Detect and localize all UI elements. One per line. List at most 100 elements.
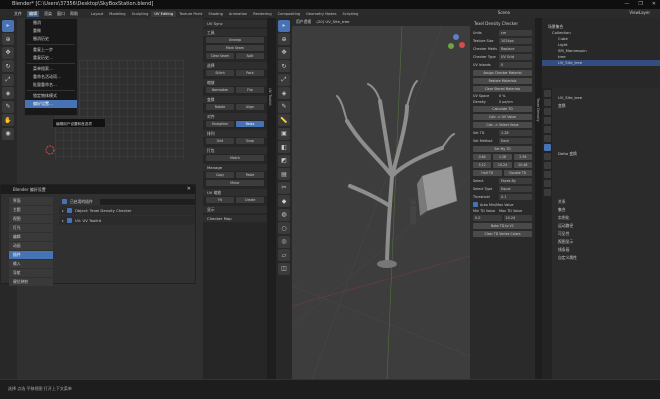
uv-button[interactable]: Fit (206, 197, 234, 203)
menu-item-undo-history[interactable]: 撤消历史 (25, 35, 77, 43)
tool-tab-icon[interactable] (543, 90, 551, 97)
td-preset-button[interactable]: 0.64 (473, 154, 492, 160)
bevel-icon[interactable]: ◩ (278, 154, 290, 167)
knife-icon[interactable]: ✂ (278, 181, 290, 194)
select-type-field[interactable]: Equal (499, 186, 532, 192)
restore-materials-button[interactable]: Restore Materials (473, 78, 532, 84)
uv-button[interactable]: Normalize (206, 87, 234, 93)
units-field[interactable]: cm (499, 30, 532, 36)
calc-uv-button[interactable]: Calc -> UV Value (473, 114, 532, 120)
modifier-tab-icon[interactable] (543, 153, 551, 160)
panel-header[interactable]: UV Sync (203, 20, 267, 27)
world-tab-icon[interactable] (543, 135, 551, 142)
pinch-tool-icon[interactable]: ◉ (2, 127, 14, 140)
checker-method-field[interactable]: Replace (499, 46, 532, 52)
pref-tab-keymap[interactable]: 键位映射 (9, 278, 53, 286)
bake-td-button[interactable]: Bake TD to VC (473, 223, 532, 229)
pref-tab-lights[interactable]: 灯光 (9, 224, 53, 232)
select-box-icon[interactable]: ▸ (278, 19, 290, 32)
pref-tab-input[interactable]: 输入 (9, 260, 53, 268)
menu-item-batch-rename[interactable]: 批量重命名… (25, 81, 77, 89)
tab-sculpting[interactable]: Sculpting (129, 11, 152, 17)
tab-animation[interactable]: Animation (226, 11, 250, 17)
minimize-button[interactable]: — (624, 1, 629, 7)
assign-checker-button[interactable]: Assign Checker Material (473, 70, 532, 76)
td-preset-button[interactable]: 10.24 (493, 162, 512, 168)
close-button[interactable]: ✕ (652, 1, 656, 7)
uv-button[interactable]: Copy (206, 172, 234, 178)
uv-button[interactable]: Match (206, 155, 264, 161)
move-icon[interactable]: ✥ (278, 46, 290, 59)
object-tab-icon[interactable] (543, 144, 551, 151)
pref-tab-viewport[interactable]: 视图 (9, 215, 53, 223)
rip-icon[interactable]: ◫ (278, 262, 290, 275)
move-tool-icon[interactable]: ✥ (2, 46, 14, 59)
uv-button[interactable]: Mirror (206, 180, 264, 186)
scene-selector[interactable]: Scene (498, 10, 510, 15)
uv-button[interactable]: Mark Seam (206, 45, 264, 51)
td-preset-button[interactable]: 2.56 (513, 154, 532, 160)
tab-modeling[interactable]: Modeling (106, 11, 128, 17)
prop-section[interactable]: 运动路径 (542, 222, 660, 230)
menu-item-undo[interactable]: 撤消 (25, 19, 77, 27)
shear-icon[interactable]: ▱ (278, 249, 290, 261)
polybuild-icon[interactable]: ◆ (278, 195, 290, 207)
menu-item-repeat-last[interactable]: 重复上一步 (25, 46, 77, 54)
set-my-td-button[interactable]: Set My TD (473, 146, 532, 152)
menu-render[interactable]: 渲染 (44, 11, 52, 17)
td-preset-button[interactable]: 20.48 (513, 162, 532, 168)
transform-icon[interactable]: ◈ (278, 87, 290, 99)
prop-section[interactable]: 视图显示 (542, 238, 660, 246)
tab-texture-paint[interactable]: Texture Paint (176, 11, 205, 17)
outliner-row[interactable]: UV_Site_tree (542, 60, 660, 66)
section-uv-scale[interactable]: UV 缩放 (203, 189, 267, 196)
spin-icon[interactable]: ◍ (278, 208, 290, 221)
pref-tab-navigation[interactable]: 导航 (9, 269, 53, 277)
threshold-field[interactable]: 0.1 (499, 194, 532, 200)
max-td-field[interactable]: 10.24 (503, 215, 532, 221)
prop-section[interactable]: 自定义属性 (542, 254, 660, 262)
uv-button[interactable]: Pack (236, 70, 264, 76)
side-tab[interactable]: UV Toolkit (268, 88, 272, 106)
scene-tab-icon[interactable] (543, 126, 551, 133)
prop-section[interactable]: 变换 (542, 102, 660, 110)
uv-button[interactable]: Split (236, 53, 264, 59)
pref-tab-interface[interactable]: 界面 (9, 197, 53, 205)
render-tab-icon[interactable] (543, 99, 551, 106)
td-preset-button[interactable]: 5.12 (473, 162, 492, 168)
tab-layout[interactable]: Layout (88, 11, 106, 17)
uv-button[interactable]: Create (236, 197, 264, 203)
panel-title[interactable]: Texel Density Checker (470, 18, 535, 29)
uv-button[interactable]: Grid (206, 138, 234, 144)
uv-button[interactable]: Straighten (206, 121, 234, 127)
section-align[interactable]: 对齐 (203, 113, 267, 120)
texture-size-field[interactable]: 1024px (499, 38, 532, 44)
maximize-button[interactable]: ❐ (638, 1, 642, 7)
section-tools[interactable]: 工具 (203, 29, 267, 36)
annotate-icon[interactable]: ✎ (278, 100, 290, 113)
uv-button[interactable]: Stitch (206, 70, 234, 76)
addon-enable-checkbox[interactable] (66, 218, 72, 223)
select-tool-icon[interactable]: ▸ (2, 19, 14, 32)
tab-shading[interactable]: Shading (205, 11, 226, 17)
grab-tool-icon[interactable]: ✋ (2, 114, 14, 126)
object-name-field[interactable]: UV_Site_tree (542, 94, 660, 102)
filter-checkbox[interactable] (62, 199, 67, 204)
section-pack[interactable]: 打包 (203, 147, 267, 154)
double-td-button[interactable]: Double TD (503, 170, 532, 176)
uv-button[interactable]: Rotate (206, 104, 234, 110)
constraint-tab-icon[interactable] (543, 171, 551, 178)
side-tab[interactable]: Texel Density (536, 98, 540, 122)
tab-uv-editing[interactable]: UV Editing (151, 10, 177, 17)
uv-islands-field[interactable]: 0 (499, 62, 532, 68)
menu-item-search[interactable]: 菜单搜索… (25, 65, 77, 73)
pref-tab-animation[interactable]: 动画 (9, 242, 53, 250)
menu-item-repeat-history[interactable]: 重复历史… (25, 54, 77, 62)
inset-icon[interactable]: ◧ (278, 141, 290, 153)
checker-type-field[interactable]: UV Grid (499, 54, 532, 60)
loopcut-icon[interactable]: ▤ (278, 168, 290, 180)
set-td-field[interactable]: 1.28 (499, 130, 532, 136)
view-layer-tab-icon[interactable] (543, 117, 551, 124)
navigation-gizmo[interactable] (445, 32, 467, 54)
pref-tab-themes[interactable]: 主题 (9, 206, 53, 214)
